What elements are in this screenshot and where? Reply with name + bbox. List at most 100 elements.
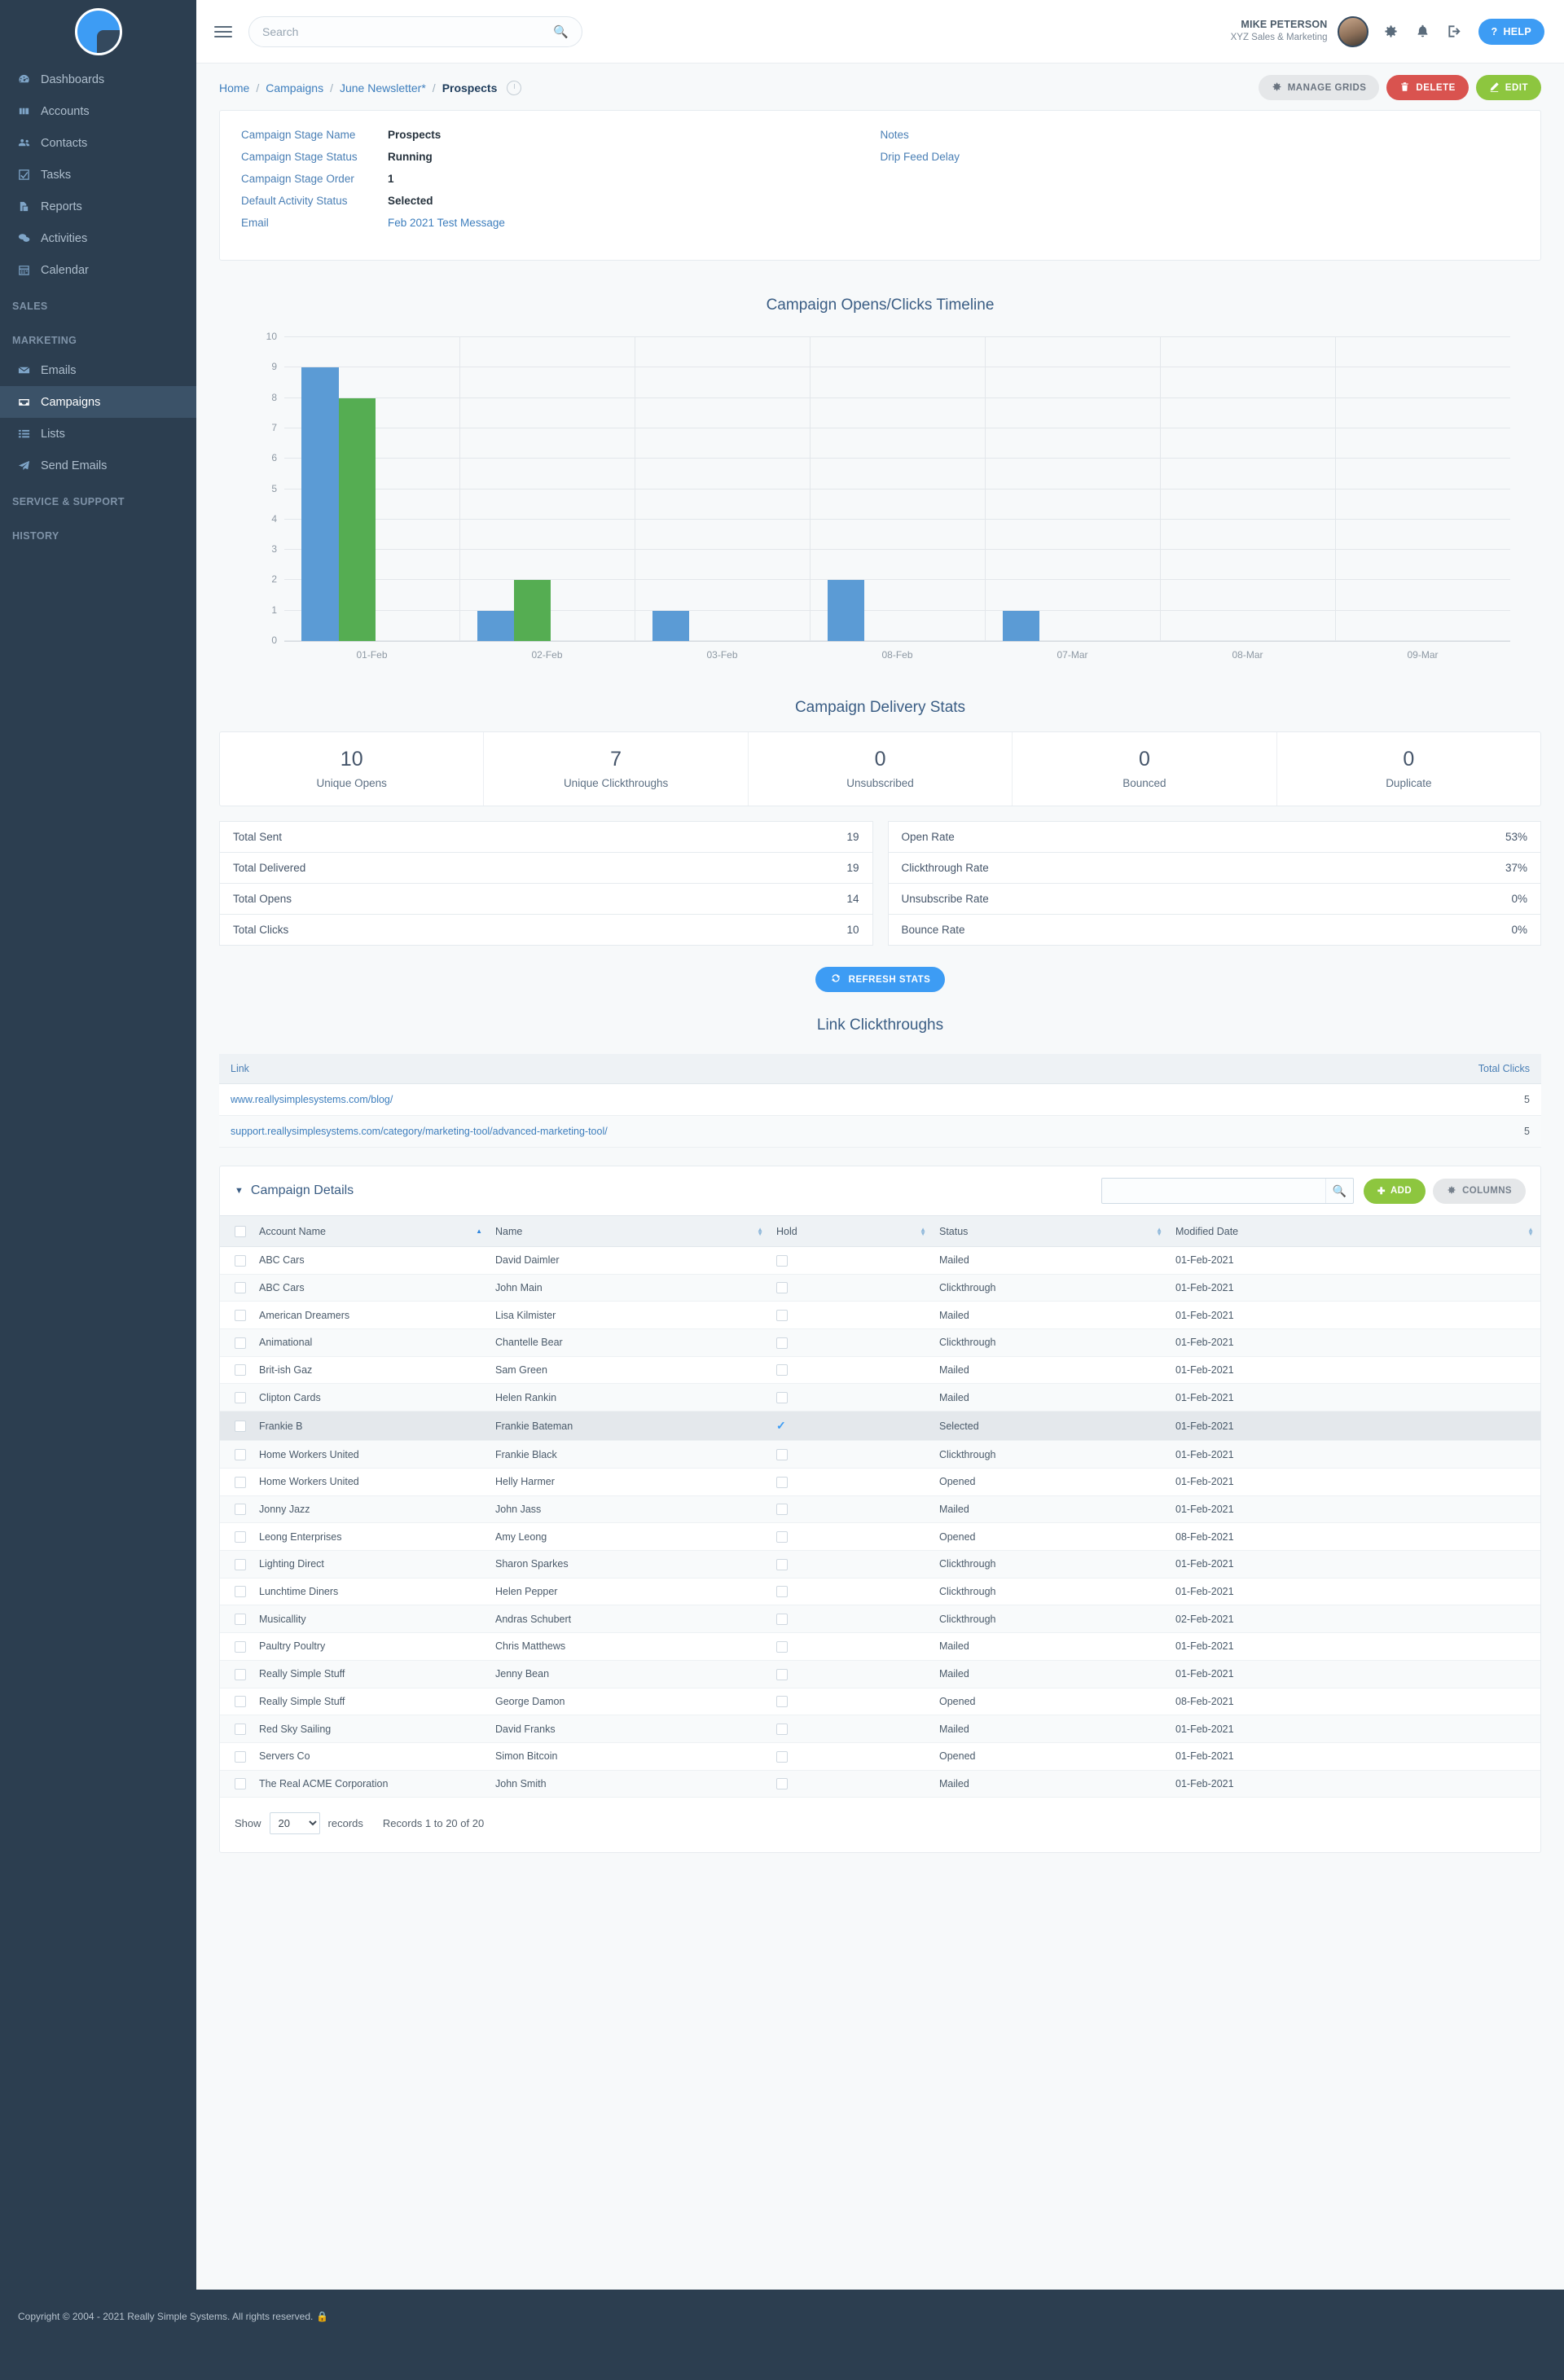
link-cell[interactable]: www.reallysimplesystems.com/blog/ bbox=[219, 1083, 1334, 1117]
row-checkbox[interactable] bbox=[235, 1586, 246, 1598]
breadcrumb-item-home[interactable]: Home bbox=[219, 81, 249, 94]
row-checkbox[interactable] bbox=[235, 1668, 246, 1680]
sidebar-item-lists[interactable]: Lists bbox=[0, 418, 196, 450]
chart-bar-opens[interactable] bbox=[1002, 610, 1039, 641]
menu-toggle-icon[interactable] bbox=[214, 23, 232, 41]
hold-cell[interactable] bbox=[770, 1383, 933, 1412]
row-checkbox[interactable] bbox=[235, 1696, 246, 1708]
user-info[interactable]: MIKE PETERSON XYZ Sales & Marketing bbox=[1231, 18, 1328, 44]
hold-checkbox[interactable] bbox=[776, 1504, 788, 1516]
email-link[interactable]: Feb 2021 Test Message bbox=[388, 217, 505, 229]
table-row[interactable]: Lunchtime Diners Helen Pepper Clickthrough… bbox=[220, 1578, 1540, 1606]
hold-cell[interactable] bbox=[770, 1632, 933, 1661]
row-select-cell[interactable] bbox=[220, 1301, 253, 1330]
row-select-cell[interactable] bbox=[220, 1660, 253, 1688]
row-checkbox[interactable] bbox=[235, 1723, 246, 1735]
row-select-cell[interactable] bbox=[220, 1246, 253, 1275]
table-row[interactable]: Lighting Direct Sharon Sparkes Clickthroug… bbox=[220, 1550, 1540, 1579]
logout-icon[interactable] bbox=[1447, 24, 1462, 39]
search-icon[interactable]: 🔍 bbox=[553, 24, 569, 39]
row-checkbox[interactable] bbox=[235, 1448, 246, 1460]
chart-bar-clicks[interactable] bbox=[513, 580, 551, 641]
breadcrumb-item-june-newsletter[interactable]: June Newsletter* bbox=[340, 81, 426, 94]
hold-cell[interactable] bbox=[770, 1578, 933, 1606]
table-row[interactable]: ABC Cars John Main Clickthrough 01-Feb-2021 bbox=[220, 1274, 1540, 1302]
column-header-status[interactable]: Status ▲ ▼ bbox=[933, 1215, 1169, 1247]
sidebar-item-emails[interactable]: Emails bbox=[0, 354, 196, 386]
sort-arrows-icon[interactable]: ▲ bbox=[476, 1228, 482, 1235]
hold-cell[interactable] bbox=[770, 1301, 933, 1330]
table-row[interactable]: Animational Chantelle Bear Clickthrough 01-… bbox=[220, 1328, 1540, 1357]
hold-cell[interactable] bbox=[770, 1742, 933, 1771]
sidebar-item-accounts[interactable]: Accounts bbox=[0, 95, 196, 127]
row-checkbox[interactable] bbox=[235, 1421, 246, 1433]
chart-bar-opens[interactable] bbox=[652, 610, 689, 641]
row-select-cell[interactable] bbox=[220, 1522, 253, 1551]
hold-cell[interactable] bbox=[770, 1715, 933, 1743]
app-logo[interactable] bbox=[0, 0, 196, 64]
table-row[interactable]: Jonny Jazz John Jass Mailed 01-Feb-2021 bbox=[220, 1495, 1540, 1524]
table-row[interactable]: Frankie B Frankie Bateman ✓ Selected 01-Feb-… bbox=[220, 1411, 1540, 1442]
manage-grids-button[interactable]: MANAGE GRIDS bbox=[1258, 75, 1380, 100]
link-cell[interactable]: support.reallysimplesystems.com/category… bbox=[219, 1115, 1334, 1148]
table-row[interactable]: Paultry Poultry Chris Matthews Mailed 01-Fe… bbox=[220, 1632, 1540, 1661]
table-row[interactable]: support.reallysimplesystems.com/category… bbox=[219, 1115, 1541, 1148]
hold-checkbox[interactable] bbox=[776, 1310, 788, 1322]
chart-bar-opens[interactable] bbox=[301, 367, 339, 641]
row-checkbox[interactable] bbox=[235, 1640, 246, 1653]
table-row[interactable]: The Real ACME Corporation John Smith Maile… bbox=[220, 1770, 1540, 1798]
hold-cell[interactable] bbox=[770, 1440, 933, 1469]
hold-checkbox[interactable] bbox=[776, 1254, 788, 1267]
row-select-cell[interactable] bbox=[220, 1328, 253, 1357]
table-row[interactable]: Clipton Cards Helen Rankin Mailed 01-Feb-20… bbox=[220, 1383, 1540, 1412]
search-input[interactable] bbox=[262, 24, 554, 38]
hold-checkbox[interactable] bbox=[776, 1668, 788, 1680]
row-select-cell[interactable] bbox=[220, 1411, 253, 1442]
help-button[interactable]: ? HELP bbox=[1478, 18, 1544, 45]
row-select-cell[interactable] bbox=[220, 1495, 253, 1524]
row-checkbox[interactable] bbox=[235, 1337, 246, 1349]
table-row[interactable]: Really Simple Stuff George Damon Opened 08-… bbox=[220, 1688, 1540, 1716]
row-select-cell[interactable] bbox=[220, 1605, 253, 1634]
refresh-stats-button[interactable]: REFRESH STATS bbox=[815, 967, 946, 993]
hold-cell[interactable] bbox=[770, 1328, 933, 1357]
settings-gear-icon[interactable] bbox=[1383, 24, 1399, 39]
grid-search-icon[interactable]: 🔍 bbox=[1325, 1179, 1353, 1204]
breadcrumb-item-campaigns[interactable]: Campaigns bbox=[266, 81, 323, 94]
hold-cell[interactable] bbox=[770, 1605, 933, 1634]
table-row[interactable]: Home Workers United Helly Harmer Opened 01-… bbox=[220, 1468, 1540, 1496]
row-checkbox[interactable] bbox=[235, 1282, 246, 1294]
row-checkbox[interactable] bbox=[235, 1778, 246, 1790]
row-select-cell[interactable] bbox=[220, 1274, 253, 1302]
table-row[interactable]: Servers Co Simon Bitcoin Opened 01-Feb-2021 bbox=[220, 1742, 1540, 1771]
edit-button[interactable]: EDIT bbox=[1475, 75, 1541, 100]
hold-checkbox[interactable] bbox=[776, 1392, 788, 1404]
grid-search[interactable]: 🔍 bbox=[1101, 1178, 1354, 1205]
notifications-bell-icon[interactable] bbox=[1415, 24, 1430, 39]
hold-cell[interactable]: ✓ bbox=[770, 1411, 933, 1442]
row-select-cell[interactable] bbox=[220, 1440, 253, 1469]
chart-bar-opens[interactable] bbox=[827, 580, 864, 641]
hold-cell[interactable] bbox=[770, 1495, 933, 1524]
table-row[interactable]: Really Simple Stuff Jenny Bean Mailed 01-Fe… bbox=[220, 1660, 1540, 1688]
avatar[interactable] bbox=[1337, 15, 1368, 47]
add-button[interactable]: ✚ ADD bbox=[1363, 1178, 1426, 1204]
global-search[interactable]: 🔍 bbox=[248, 15, 582, 47]
table-row[interactable]: Brit-ish Gaz Sam Green Mailed 01-Feb-2021 bbox=[220, 1356, 1540, 1385]
table-row[interactable]: www.reallysimplesystems.com/blog/ 5 bbox=[219, 1083, 1541, 1117]
page-size-select[interactable]: 102050100 bbox=[269, 1812, 320, 1835]
column-header-modified-date[interactable]: Modified Date ▲ ▼ bbox=[1169, 1215, 1540, 1247]
row-checkbox[interactable] bbox=[235, 1392, 246, 1404]
collapse-caret-icon[interactable]: ▼ bbox=[235, 1186, 244, 1196]
row-select-cell[interactable] bbox=[220, 1383, 253, 1412]
sort-arrows-icon[interactable]: ▲ ▼ bbox=[1156, 1226, 1162, 1236]
sidebar-item-activities[interactable]: Activities bbox=[0, 222, 196, 254]
hold-checkbox[interactable] bbox=[776, 1586, 788, 1598]
hold-checkbox[interactable] bbox=[776, 1448, 788, 1460]
column-header-account-name[interactable]: Account Name ▲ bbox=[253, 1215, 489, 1247]
hold-cell[interactable] bbox=[770, 1688, 933, 1716]
delete-button[interactable]: DELETE bbox=[1386, 75, 1469, 100]
chart-bar-opens[interactable] bbox=[477, 610, 514, 641]
row-select-cell[interactable] bbox=[220, 1578, 253, 1606]
hold-checkbox[interactable] bbox=[776, 1614, 788, 1626]
